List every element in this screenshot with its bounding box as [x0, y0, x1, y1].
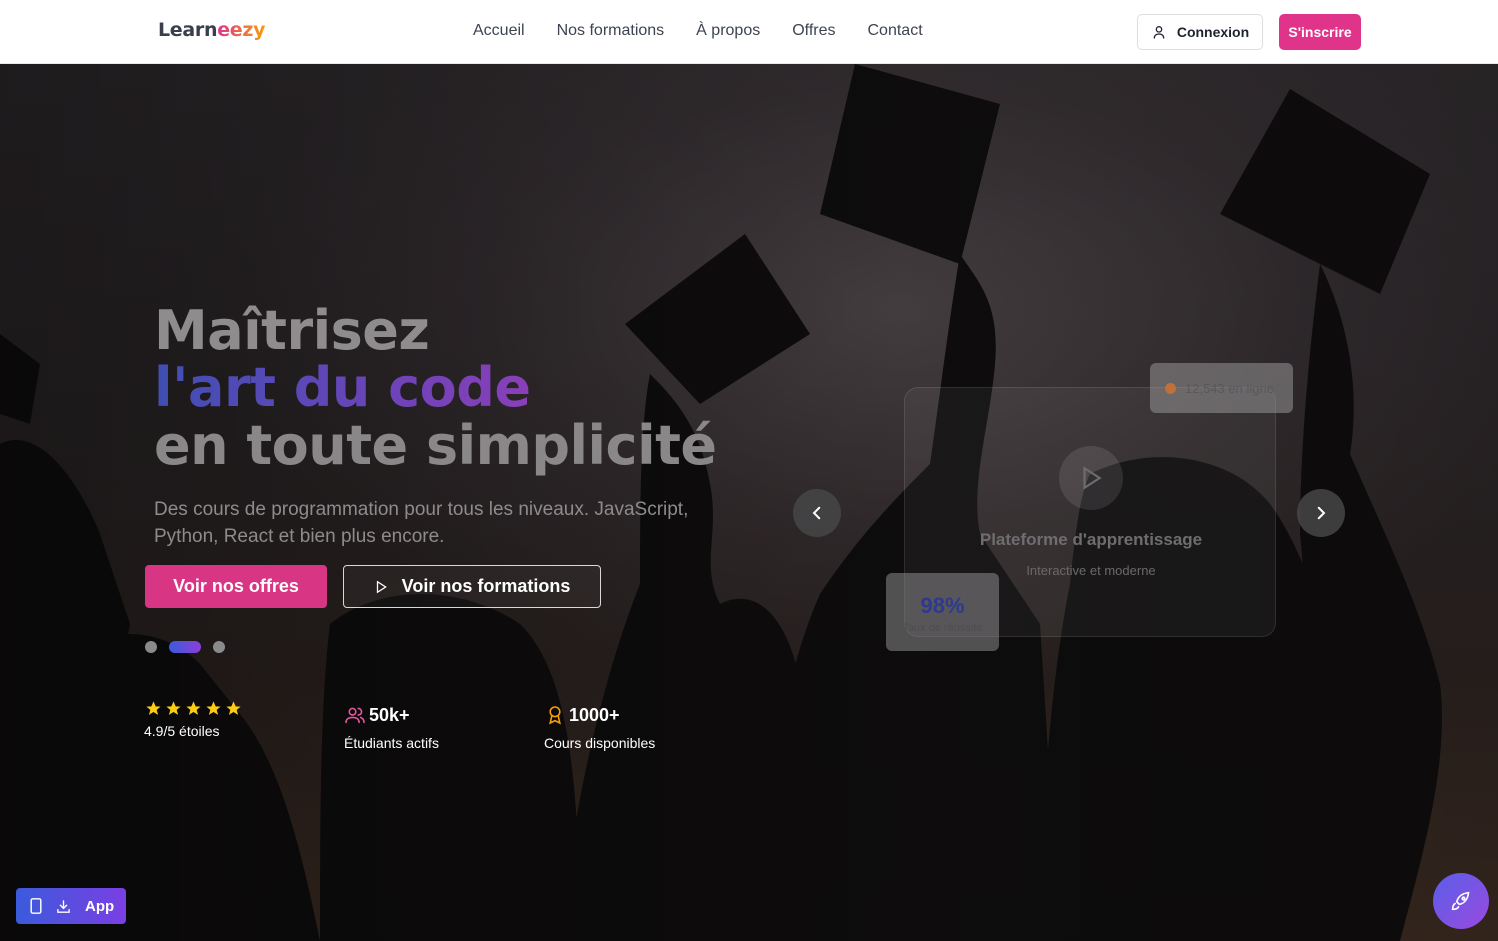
carousel-dot-3[interactable] [213, 641, 225, 653]
courses-label: Cours disponibles [544, 735, 656, 751]
chevron-right-icon [1317, 506, 1326, 520]
signup-button[interactable]: S'inscrire [1279, 14, 1361, 50]
online-users-badge: 12,543 en ligne [1150, 363, 1293, 413]
rating-stars [145, 700, 242, 717]
see-courses-button[interactable]: Voir nos formations [343, 565, 601, 608]
star-icon [226, 701, 241, 715]
carousel-dot-1[interactable] [145, 641, 157, 653]
play-icon [376, 580, 387, 593]
see-courses-label: Voir nos formations [401, 576, 571, 596]
award-icon [549, 706, 561, 725]
users-icon [345, 707, 365, 724]
nav-link-formations[interactable]: Nos formations [557, 22, 665, 40]
success-rate-value: 98% [920, 593, 965, 618]
smartphone-icon [30, 898, 42, 914]
login-button[interactable]: Connexion [1137, 14, 1263, 50]
login-label: Connexion [1176, 24, 1250, 40]
hero-section: Maîtrisez l'art du code en toute simplic… [0, 64, 1498, 941]
play-icon [1083, 466, 1102, 490]
download-app-button[interactable]: App [16, 888, 126, 924]
user-icon [1153, 26, 1165, 39]
success-rate-badge: 98% Taux de réussite [886, 573, 999, 651]
logo-main: Learn [158, 19, 218, 41]
star-icon [186, 701, 201, 715]
students-value: 50k+ [369, 705, 410, 725]
star-icon [146, 701, 161, 715]
hero-title-line3: en toute simplicité [154, 414, 717, 477]
main-nav: Accueil Nos formations À propos Offres C… [473, 22, 923, 40]
rating-label: 4.9/5 étoiles [144, 723, 220, 739]
navbar: Learneezy Accueil Nos formations À propo… [0, 0, 1498, 64]
nav-link-offres[interactable]: Offres [792, 22, 835, 40]
floating-action-button[interactable] [1433, 873, 1489, 929]
logo-accent: eezy [217, 19, 266, 41]
students-label: Étudiants actifs [344, 735, 439, 751]
app-label: App [85, 897, 115, 915]
nav-link-a-propos[interactable]: À propos [696, 22, 760, 40]
rocket-icon [1451, 891, 1470, 911]
nav-link-accueil[interactable]: Accueil [473, 22, 525, 40]
courses-value: 1000+ [569, 705, 620, 725]
hero-title-line2: l'art du code [154, 356, 531, 419]
chevron-left-icon [812, 506, 821, 520]
nav-link-contact[interactable]: Contact [868, 22, 923, 40]
carousel-next-button[interactable] [1297, 489, 1345, 537]
star-icon [166, 701, 181, 715]
see-offers-button[interactable]: Voir nos offres [145, 565, 327, 608]
online-status-dot [1165, 382, 1176, 394]
logo[interactable]: Learneezy [158, 19, 266, 41]
download-icon [57, 899, 70, 913]
hero-title-line1: Maîtrisez [154, 299, 430, 362]
success-rate-label: Taux de réussite [902, 622, 983, 634]
online-users-text: 12,543 en ligne [1185, 380, 1274, 396]
video-play-button[interactable] [1059, 446, 1123, 510]
card-title: Plateforme d'apprentissage [979, 530, 1203, 549]
hero-subtitle: Des cours de programmation pour tous les… [154, 499, 689, 547]
star-icon [206, 701, 221, 715]
carousel-prev-button[interactable] [793, 489, 841, 537]
carousel-dot-2-active[interactable] [169, 641, 201, 653]
